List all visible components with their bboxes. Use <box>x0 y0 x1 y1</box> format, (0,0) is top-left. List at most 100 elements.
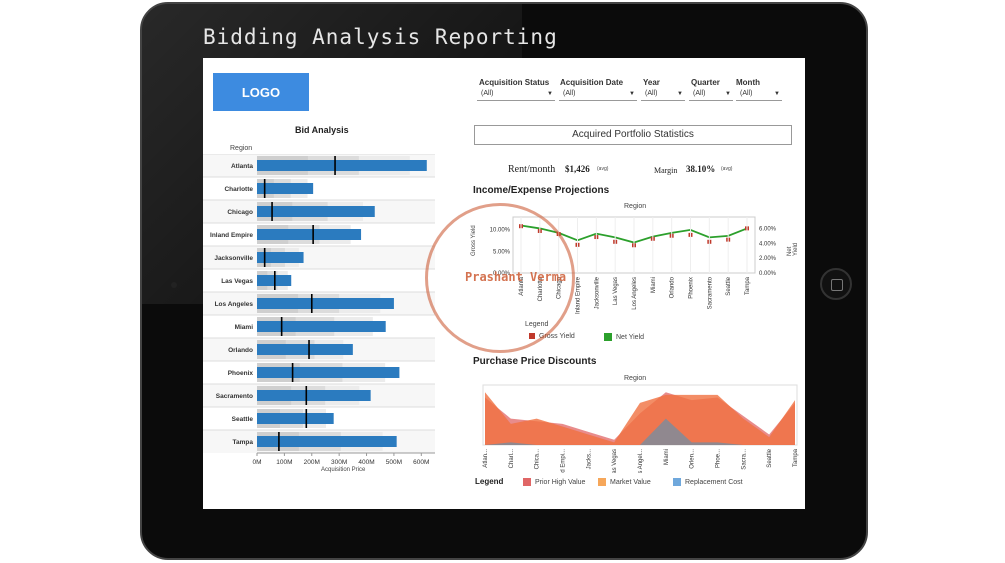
margin-note: (avg) <box>721 166 733 172</box>
x-tick-label: 300M <box>331 459 347 466</box>
region-label: Seattle <box>726 276 732 295</box>
region-label: Miami <box>235 324 254 331</box>
region-label: Inland Empire <box>576 276 582 314</box>
region-label: Miami <box>651 277 657 293</box>
home-button[interactable] <box>820 268 852 300</box>
region-label: Chicago <box>227 209 253 216</box>
bid-bar <box>257 229 362 240</box>
right-tick-label: 6.00% <box>759 226 777 232</box>
region-label: Sacramento <box>707 276 713 309</box>
filter-value: (All) <box>563 90 576 97</box>
filter-value: (All) <box>481 90 494 97</box>
region-label: Inland Empire <box>210 232 253 239</box>
rent-value: $1,426 <box>565 164 590 174</box>
filter-month[interactable]: (All) ▼ <box>736 90 782 101</box>
right-tick-label: 2.00% <box>759 256 777 262</box>
region-label: Tampa <box>233 439 254 446</box>
region-label: Tampa <box>793 448 799 467</box>
filter-label-month: Month <box>736 78 760 87</box>
legend-item-market-value: Market Value <box>598 478 651 486</box>
x-tick-label: 200M <box>304 459 320 466</box>
app-title: Bidding Analysis Reporting <box>203 25 558 49</box>
bid-region-header: Region <box>230 145 253 152</box>
rent-note: (avg) <box>597 166 609 172</box>
region-label: Phoenix <box>228 370 254 377</box>
region-label: Las Vegas <box>613 277 619 305</box>
filter-label-year: Year <box>643 78 660 87</box>
margin-value: 38.10% <box>686 164 716 174</box>
filter-label-acq-date: Acquisition Date <box>560 78 624 87</box>
bid-bar <box>257 413 334 424</box>
x-tick-label: 0M <box>252 459 261 466</box>
legend-item-net-yield: Net Yield <box>604 333 644 341</box>
filter-label-quarter: Quarter <box>691 78 720 87</box>
region-label: Phoe... <box>716 449 722 468</box>
x-tick-label: 100M <box>276 459 292 466</box>
region-label: Los Angel... <box>638 449 644 473</box>
filter-quarter[interactable]: (All) ▼ <box>689 90 733 101</box>
income-title: Income/Expense Projections <box>473 185 610 196</box>
region-label: Atlanta <box>231 163 253 170</box>
income-region-header: Region <box>624 203 647 210</box>
bid-bar <box>257 344 353 355</box>
purchase-chart: Atlan... Charl... Chica... Inland Empi... Ja… <box>482 384 799 473</box>
x-tick-label: 500M <box>386 459 402 466</box>
region-label: Charlotte <box>224 186 253 193</box>
portfolio-stats-title: Acquired Portfolio Statistics <box>474 125 792 145</box>
bid-bar <box>257 298 394 309</box>
bid-bar <box>257 367 400 378</box>
filter-acq-date[interactable]: (All) ▼ <box>559 90 637 101</box>
logo: LOGO <box>213 73 309 111</box>
x-tick-label: 400M <box>358 459 374 466</box>
region-label: Tampa <box>745 276 751 295</box>
region-label: Sacramento <box>216 393 253 400</box>
filter-year[interactable]: (All) ▼ <box>641 90 685 101</box>
camera-icon <box>171 282 177 288</box>
chevron-down-icon: ▼ <box>677 91 683 97</box>
bid-bar <box>257 436 397 447</box>
filter-label-acq-status: Acquisition Status <box>479 78 550 87</box>
legend-item-prior-high: Prior High Value <box>523 478 585 486</box>
region-label: Seattle <box>232 416 254 423</box>
filter-value: (All) <box>693 90 706 97</box>
watermark-text: Prashant Verma <box>465 270 567 284</box>
bid-bar <box>257 206 375 217</box>
chevron-down-icon: ▼ <box>629 91 635 97</box>
region-label: Las Vegas <box>612 449 618 473</box>
bid-analysis-title: Bid Analysis <box>295 125 349 135</box>
region-label: Los Angeles <box>215 301 254 308</box>
region-label: Orlando <box>228 347 253 354</box>
purchase-region-header: Region <box>624 375 647 382</box>
region-label: Sacra... <box>741 449 747 470</box>
purchase-title: Purchase Price Discounts <box>473 356 597 367</box>
bid-bar <box>257 160 427 171</box>
bid-x-title: Acquisition Price <box>321 467 366 473</box>
region-label: Jacksonville <box>214 255 253 262</box>
legend-item-replacement-cost: Replacement Cost <box>673 478 743 486</box>
region-label: Chica... <box>535 449 541 470</box>
chevron-down-icon: ▼ <box>774 91 780 97</box>
filter-value: (All) <box>740 90 753 97</box>
region-label: Charl... <box>509 449 515 469</box>
region-label: Jacksonville <box>594 276 600 309</box>
dashboard-screen: LOGO Acquisition Status (All) ▼ Acquisiti… <box>203 58 805 509</box>
filter-acq-status[interactable]: (All) ▼ <box>477 90 555 101</box>
region-label: Orlando <box>670 276 676 298</box>
bid-bar <box>257 321 386 332</box>
region-label: Seattle <box>767 448 773 467</box>
right-tick-label: 4.00% <box>759 241 777 247</box>
region-label: Orlen... <box>690 449 696 469</box>
region-label: Miami <box>664 449 670 465</box>
region-label: Jacks... <box>586 449 592 470</box>
purchase-legend-title: Legend <box>475 477 504 486</box>
rent-label: Rent/month <box>508 164 556 175</box>
region-label: Inland Empi... <box>561 449 567 473</box>
region-label: Los Angeles <box>632 277 638 310</box>
bid-analysis-chart: Atlanta Charlotte Chicago Inland Empire Jack… <box>203 154 435 466</box>
region-label: Las Vegas <box>221 278 253 285</box>
chevron-down-icon: ▼ <box>547 91 553 97</box>
bid-bar <box>257 390 371 401</box>
x-tick-label: 600M <box>413 459 429 466</box>
region-label: Phoenix <box>689 277 695 299</box>
region-label: Atlan... <box>483 449 489 468</box>
